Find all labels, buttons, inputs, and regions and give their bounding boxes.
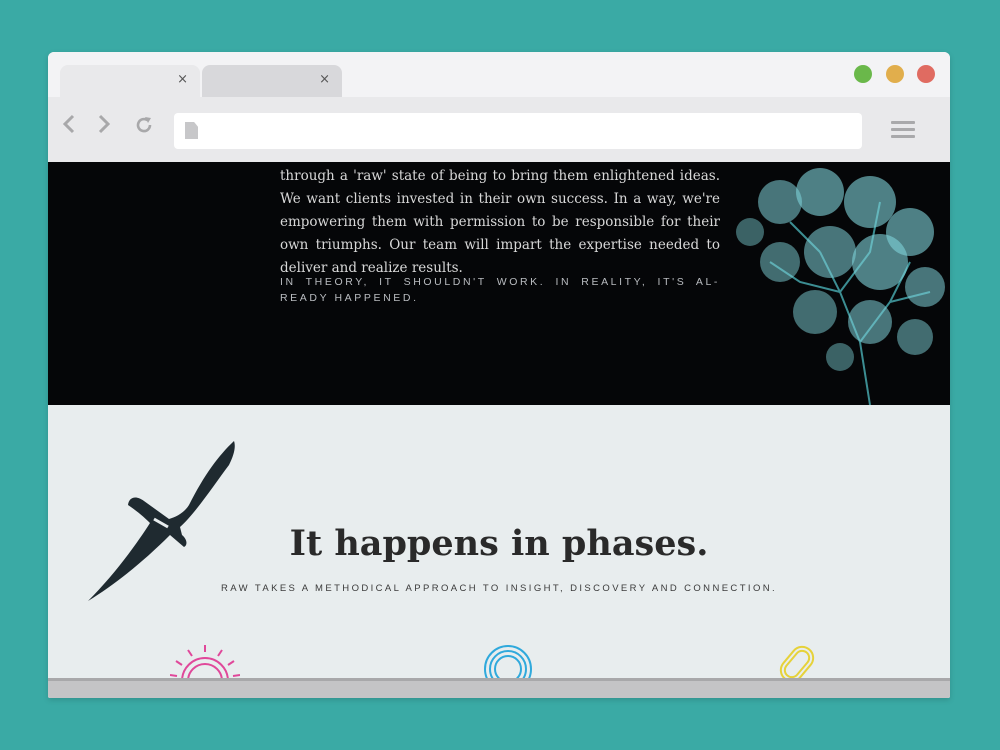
intro-section: through a 'raw' state of being to bring … [48,162,950,405]
menu-button[interactable] [891,121,915,139]
page-icon [185,122,198,139]
tab-close-button[interactable]: × [177,72,188,88]
chain-link-icon [779,645,815,678]
phases-heading: It happens in phases. [289,523,709,564]
browser-toolbar [48,97,950,162]
window-close-button[interactable] [917,65,935,83]
window-maximize-button[interactable] [854,65,872,83]
bottom-frame [48,678,950,698]
window-minimize-button[interactable] [886,65,904,83]
circle-lens-icon [484,645,532,678]
intro-paragraph: through a 'raw' state of being to bring … [280,168,720,276]
back-button[interactable] [61,112,77,142]
tab-active[interactable]: × [60,65,200,97]
sun-icon [170,645,240,678]
tree-illustration [736,168,945,405]
page-viewport[interactable]: through a 'raw' state of being to bring … [48,162,950,678]
chevron-left-icon [62,114,75,134]
forward-button[interactable] [96,112,112,142]
hamburger-line [891,128,915,131]
chevron-right-icon [98,114,111,134]
tab-inactive[interactable]: × [202,65,342,97]
intro-tagline: IN THEORY, IT SHOULDN'T WORK. IN REALITY… [280,276,720,304]
phases-section: It happens in phases. RAW TAKES A METHOD… [48,405,950,678]
reload-icon [136,117,152,133]
phases-subheading: RAW TAKES A METHODICAL APPROACH TO INSIG… [220,583,778,594]
address-bar[interactable] [174,113,862,149]
reload-button[interactable] [134,114,154,144]
hamburger-menu-icon [891,121,915,124]
browser-window: × × through a 'raw' state of being to br… [48,52,950,698]
hamburger-line [891,135,915,138]
tab-close-button[interactable]: × [319,72,330,88]
tab-strip: × × [48,52,950,97]
